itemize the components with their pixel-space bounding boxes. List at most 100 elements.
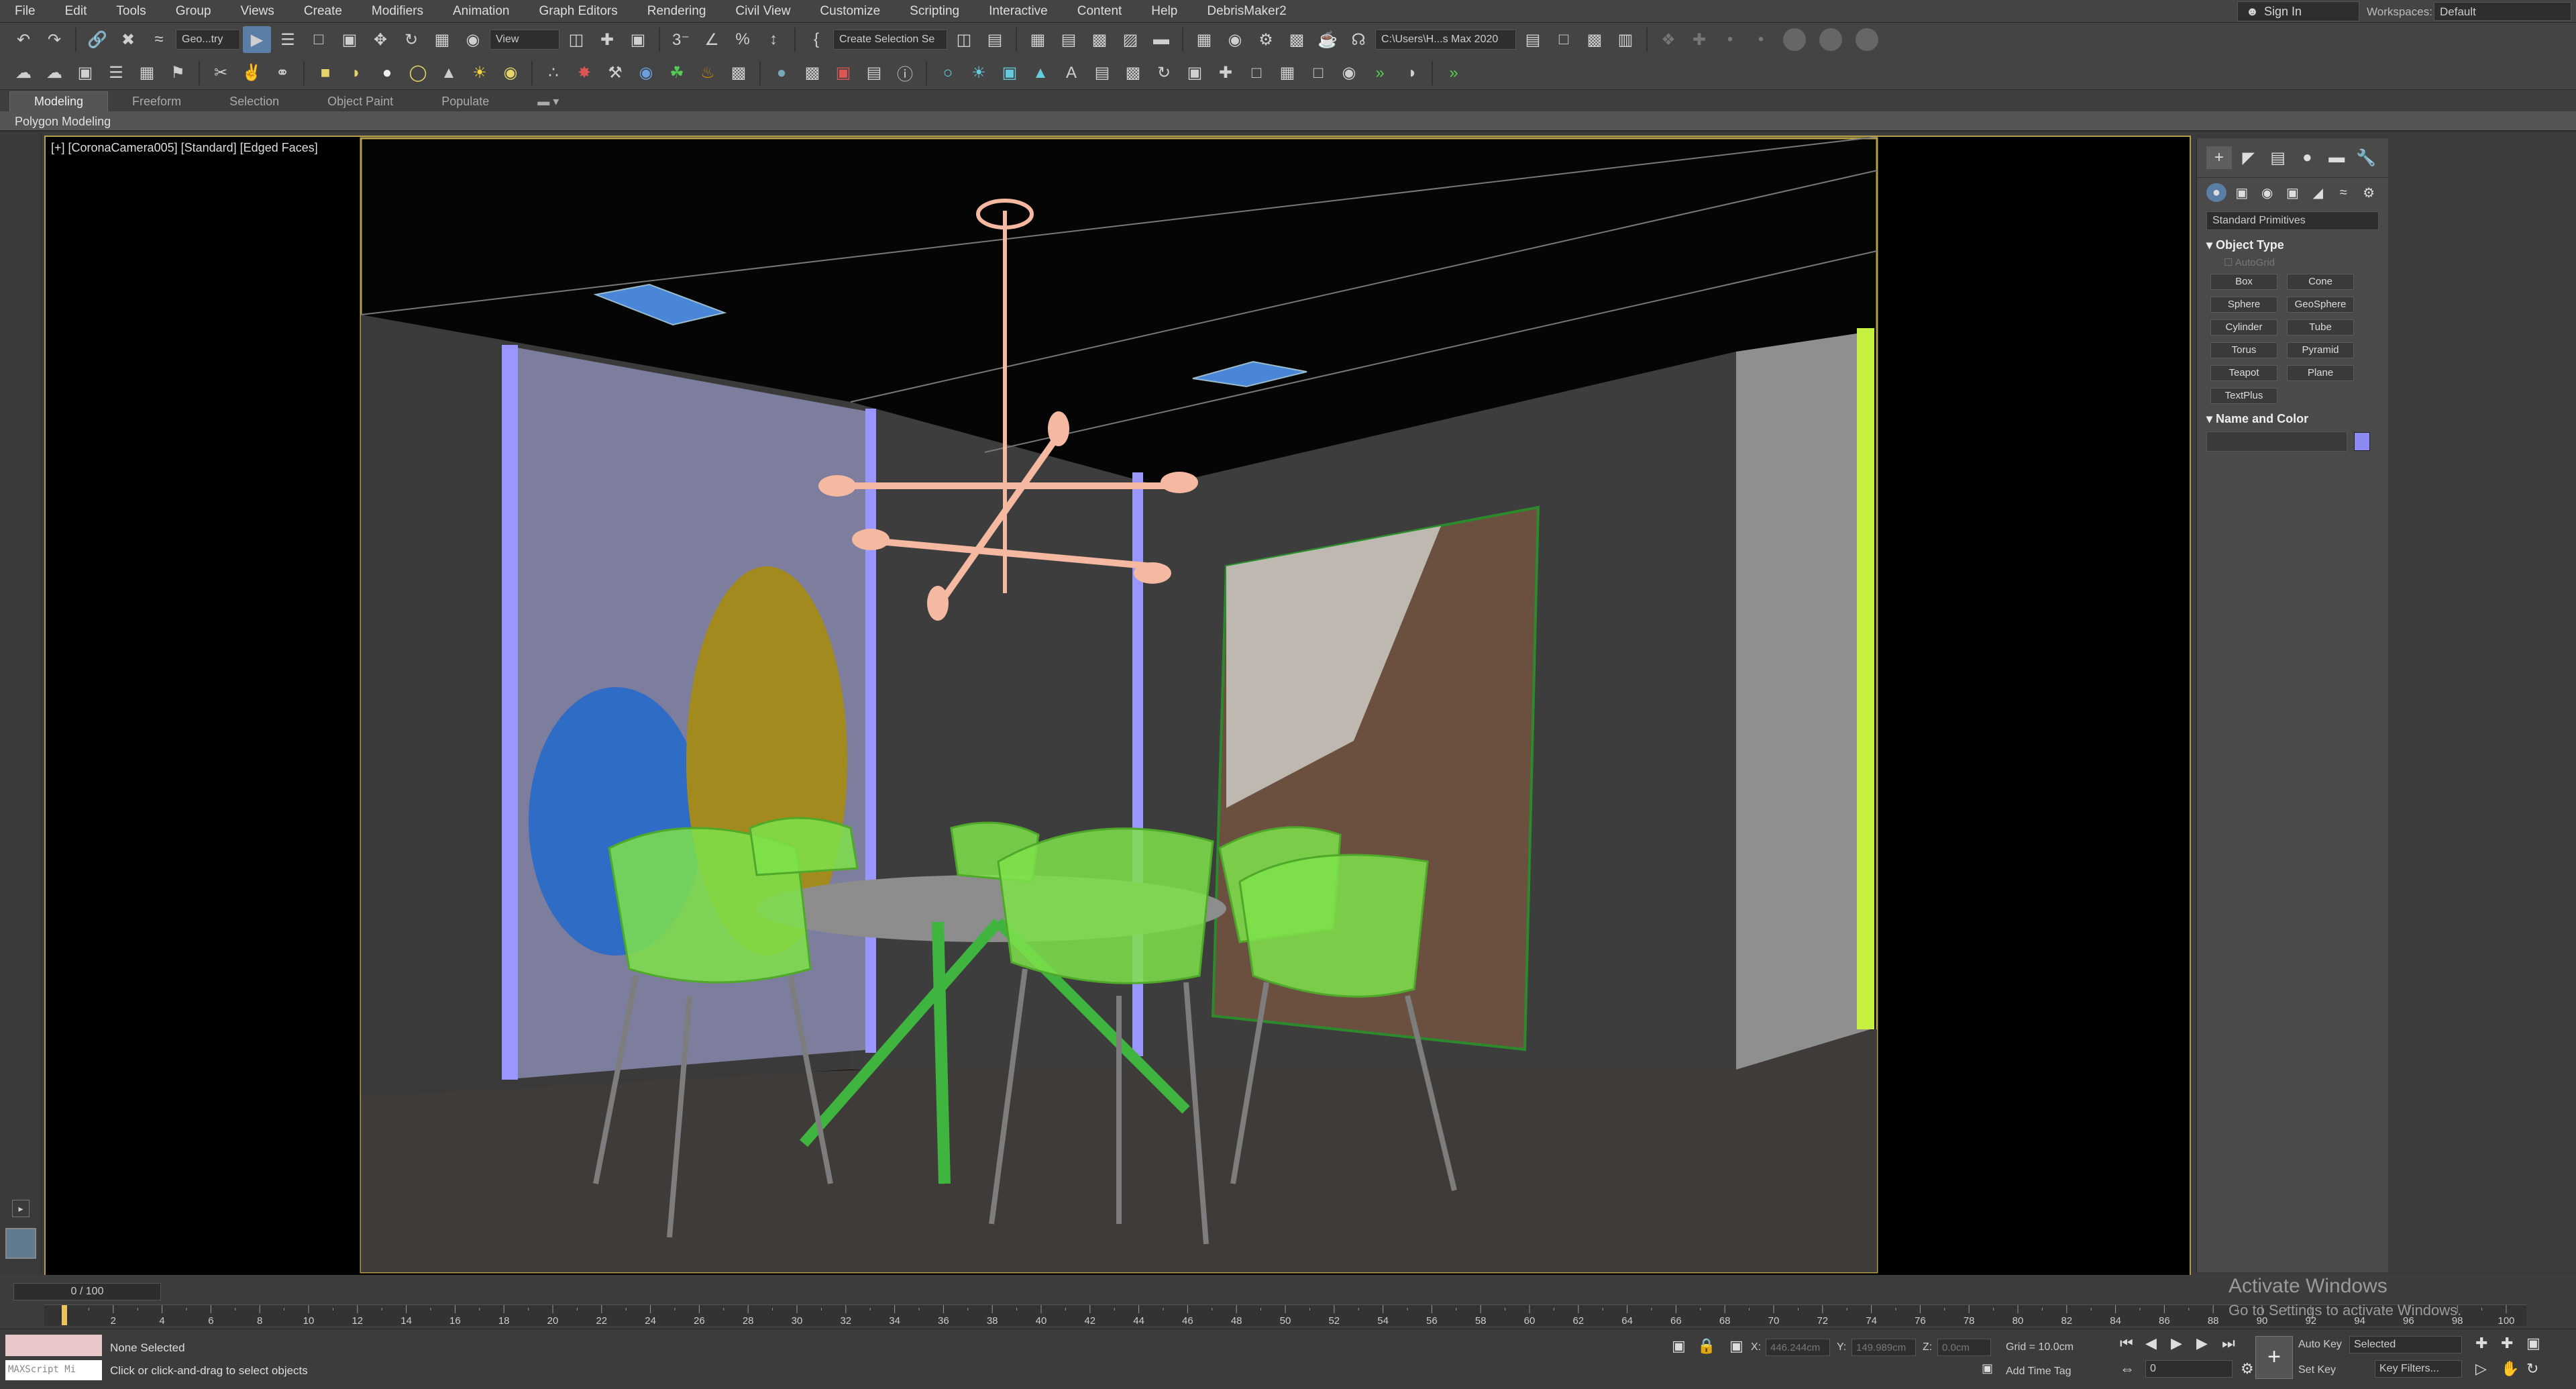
display-tab-icon[interactable]: ▬: [2324, 146, 2349, 169]
half-sphere-icon[interactable]: ◗: [342, 60, 370, 87]
cameras-icon[interactable]: ▣: [2283, 183, 2303, 202]
menu-create[interactable]: Create: [289, 4, 357, 19]
fur-icon[interactable]: ♨: [694, 60, 722, 87]
menu-content[interactable]: Content: [1063, 4, 1137, 19]
viewport-label[interactable]: [+] [CoronaCamera005] [Standard] [Edged …: [51, 141, 318, 155]
layer-icon[interactable]: ▤: [1055, 26, 1083, 53]
menu-group[interactable]: Group: [161, 4, 226, 19]
set-key-button[interactable]: Set Key: [2298, 1364, 2336, 1376]
go-to-start-icon[interactable]: ⏮: [2120, 1335, 2133, 1352]
space-warps-icon[interactable]: ≈: [2333, 183, 2353, 202]
object-color-swatch[interactable]: [2354, 432, 2370, 451]
ribbon-options-icon[interactable]: ▬ ▾: [513, 92, 583, 111]
window-crossing-icon[interactable]: ▣: [335, 26, 364, 53]
primitive-type-dropdown[interactable]: Standard Primitives: [2206, 211, 2379, 230]
object-type-rollout[interactable]: ▾ Object Type: [2206, 238, 2379, 252]
frame-track[interactable]: 0246810121416182022242628303234363840424…: [44, 1304, 2526, 1327]
hand-icon[interactable]: ✌: [237, 60, 266, 87]
y-coordinate[interactable]: 149.989cm: [1851, 1339, 1916, 1356]
box-icon[interactable]: □: [1304, 60, 1332, 87]
hierarchy-tab-icon[interactable]: ▤: [2265, 146, 2291, 169]
menu-edit[interactable]: Edit: [50, 4, 102, 19]
selection-filter-dropdown[interactable]: Geo...try: [176, 30, 240, 50]
move-icon[interactable]: ✥: [366, 26, 394, 53]
material-lib-icon[interactable]: ▩: [798, 60, 826, 87]
pivot-icon[interactable]: ◫: [562, 26, 590, 53]
orbit-icon[interactable]: ↻: [2526, 1360, 2538, 1378]
x-coordinate[interactable]: 446.244cm: [1766, 1339, 1830, 1356]
rotate-icon[interactable]: ↻: [397, 26, 425, 53]
manipulate-icon[interactable]: ✚: [593, 26, 621, 53]
mirror-icon[interactable]: ◫: [950, 26, 978, 53]
geosphere-button[interactable]: GeoSphere: [2287, 297, 2354, 313]
chaos-icon[interactable]: ✸: [570, 60, 598, 87]
layer-explorer-icon[interactable]: ▦: [1024, 26, 1052, 53]
dim-dot-icon[interactable]: •: [1716, 26, 1744, 53]
menu-file[interactable]: File: [0, 4, 50, 19]
sphere-icon[interactable]: ●: [373, 60, 401, 87]
scale-icon[interactable]: ▦: [428, 26, 456, 53]
cone-button[interactable]: Cone: [2287, 274, 2354, 290]
decal-icon[interactable]: ▩: [724, 60, 753, 87]
text-icon[interactable]: A: [1057, 60, 1085, 87]
menu-civil-view[interactable]: Civil View: [720, 4, 805, 19]
camera-viewport[interactable]: [+] [CoronaCamera005] [Standard] [Edged …: [44, 136, 2191, 1276]
menu-animation[interactable]: Animation: [438, 4, 525, 19]
key-mode-icon[interactable]: ⇔: [2120, 1360, 2135, 1378]
camera-icon[interactable]: ▣: [996, 60, 1024, 87]
redo-icon[interactable]: ↷: [40, 26, 68, 53]
pan-icon[interactable]: ✋: [2501, 1360, 2519, 1378]
menu-interactive[interactable]: Interactive: [974, 4, 1063, 19]
scissors-icon[interactable]: ✂: [207, 60, 235, 87]
next-frame-icon[interactable]: ▶: [2196, 1335, 2208, 1352]
sun-icon[interactable]: ☀: [466, 60, 494, 87]
lightbulb-icon[interactable]: ◑: [1397, 60, 1425, 87]
light-icon[interactable]: ☀: [965, 60, 993, 87]
menu-tools[interactable]: Tools: [101, 4, 160, 19]
material-ball-icon[interactable]: ●: [767, 60, 796, 87]
select-icon[interactable]: ▶: [243, 26, 271, 53]
layers-icon[interactable]: ▤: [860, 60, 888, 87]
scatter-icon[interactable]: ∴: [539, 60, 568, 87]
pyramid-button[interactable]: Pyramid: [2287, 342, 2354, 358]
box-button[interactable]: Box: [2210, 274, 2277, 290]
tube-button[interactable]: Tube: [2287, 319, 2354, 336]
time-tag-icon[interactable]: ▣: [1982, 1361, 1993, 1376]
ribbon-toggle-icon[interactable]: ▩: [1085, 26, 1114, 53]
motion-tab-icon[interactable]: ●: [2294, 146, 2320, 169]
auto-key-button[interactable]: Auto Key: [2298, 1339, 2342, 1351]
key-filters-button[interactable]: Key Filters...: [2375, 1360, 2462, 1378]
tab-populate[interactable]: Populate: [417, 92, 513, 111]
teapot-button[interactable]: Teapot: [2210, 365, 2277, 381]
menu-views[interactable]: Views: [226, 4, 289, 19]
cloud-outline-icon[interactable]: ☁: [40, 60, 68, 87]
plane-button[interactable]: Plane: [2287, 365, 2354, 381]
list-icon[interactable]: ☰: [102, 60, 130, 87]
material-editor-icon[interactable]: ◉: [1221, 26, 1249, 53]
render-setup-icon[interactable]: ⚙: [1252, 26, 1280, 53]
rect-region-icon[interactable]: □: [305, 26, 333, 53]
dope-sheet-icon[interactable]: ▬: [1147, 26, 1175, 53]
undo-icon[interactable]: ↶: [9, 26, 38, 53]
z-coordinate[interactable]: 0.0cm: [1937, 1339, 1991, 1356]
converter-icon[interactable]: ▣: [829, 60, 857, 87]
project-icon[interactable]: ▩: [1580, 26, 1609, 53]
named-selection-dropdown[interactable]: Create Selection Se: [833, 30, 947, 50]
expand-arrow-icon[interactable]: ▸: [12, 1200, 30, 1217]
menu-modifiers[interactable]: Modifiers: [357, 4, 438, 19]
ribbon-panel[interactable]: Polygon Modeling: [0, 111, 2576, 132]
proxy-icon[interactable]: ⚒: [601, 60, 629, 87]
render-region-icon[interactable]: ▣: [1181, 60, 1209, 87]
render-frame-icon[interactable]: ▩: [1283, 26, 1311, 53]
schematic-icon[interactable]: ▦: [1190, 26, 1218, 53]
tab-object-paint[interactable]: Object Paint: [303, 92, 417, 111]
tab-freeform[interactable]: Freeform: [108, 92, 205, 111]
dim-tool-icon[interactable]: ❖: [1654, 26, 1682, 53]
rectangle-icon[interactable]: ■: [311, 60, 339, 87]
viewport-layout-icon[interactable]: [5, 1228, 36, 1259]
ring-icon[interactable]: ◯: [404, 60, 432, 87]
dim-move-icon[interactable]: ✚: [1685, 26, 1713, 53]
current-frame-input[interactable]: 0: [2145, 1360, 2233, 1378]
cylinder-button[interactable]: Cylinder: [2210, 319, 2277, 336]
sign-in-button[interactable]: ☻ Sign In: [2237, 1, 2359, 21]
